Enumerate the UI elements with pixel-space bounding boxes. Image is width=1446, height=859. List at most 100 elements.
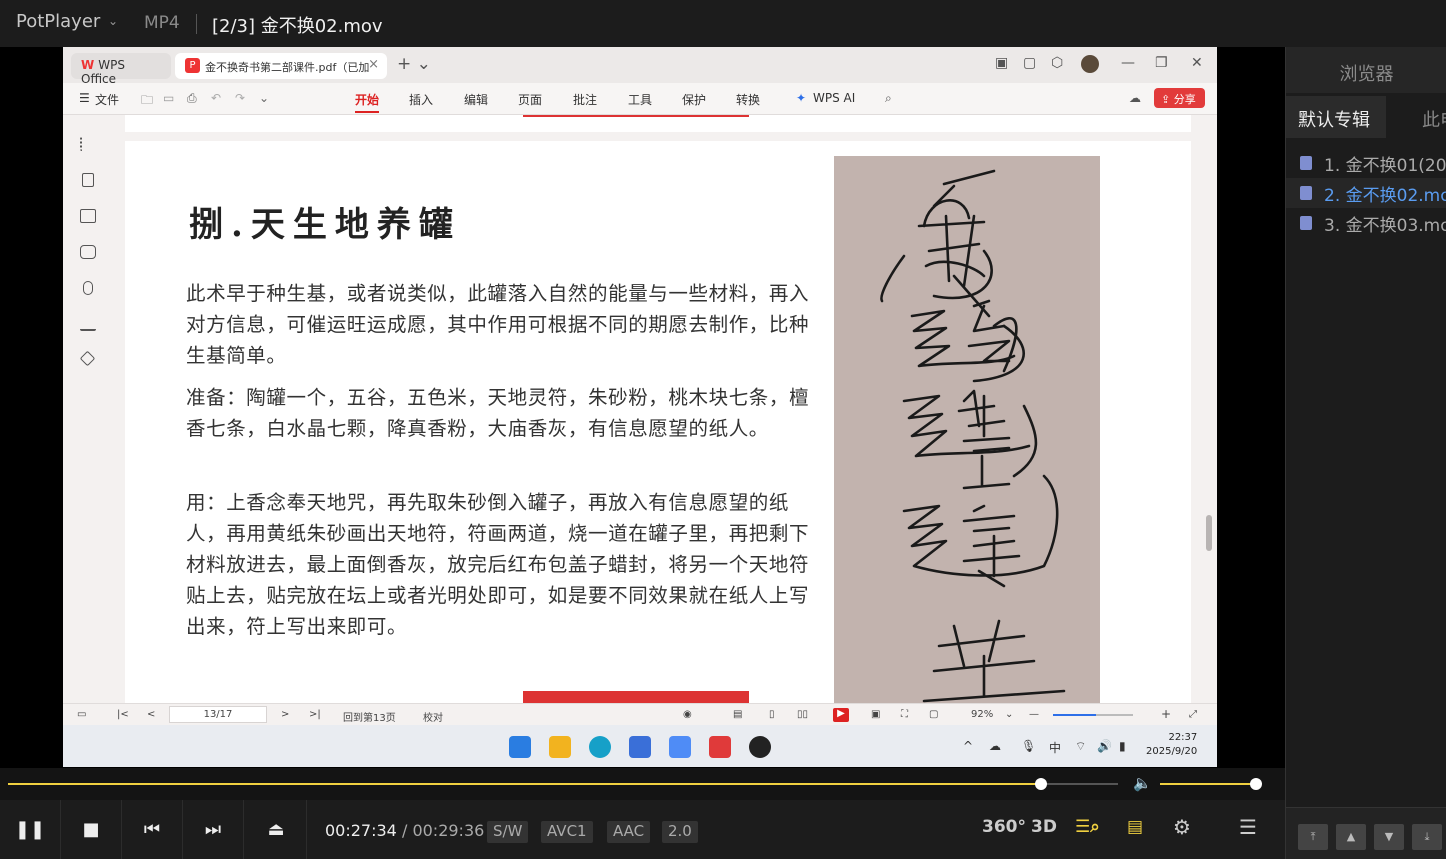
tab-browser[interactable]: 浏览器: [1286, 47, 1446, 93]
restore-icon[interactable]: ❐: [1155, 55, 1168, 71]
wps-home-tab[interactable]: W WPS Office: [71, 53, 171, 86]
network-icon[interactable]: ☁: [989, 739, 1001, 753]
file-explorer-icon[interactable]: [549, 736, 571, 758]
page-number-input[interactable]: 13/17: [169, 706, 267, 723]
new-tab-icon[interactable]: + ⌄: [397, 54, 431, 74]
close-tab-icon[interactable]: ×: [368, 57, 379, 72]
decoder-badge[interactable]: S/W: [487, 821, 529, 843]
stop-button[interactable]: ■: [61, 800, 122, 859]
tab-tools[interactable]: 工具: [628, 91, 652, 108]
move-bottom-icon[interactable]: ⤓: [1412, 824, 1442, 850]
bookmark-icon[interactable]: [82, 173, 94, 187]
next-button[interactable]: ⏭: [183, 800, 244, 859]
ime-indicator[interactable]: 中: [1049, 739, 1061, 756]
move-up-icon[interactable]: ▲: [1336, 824, 1366, 850]
system-clock[interactable]: 22:37 2025/9/20: [1146, 731, 1197, 759]
vertical-scroll-thumb[interactable]: [1206, 515, 1212, 551]
chevron-down-icon[interactable]: ⌄: [259, 91, 269, 105]
playlist-toggle-icon[interactable]: ▤: [1127, 817, 1143, 837]
double-page-icon[interactable]: ▯▯: [797, 709, 808, 720]
fit-icon[interactable]: ▣: [871, 709, 880, 720]
first-page-icon[interactable]: |<: [117, 709, 129, 720]
tab-edit[interactable]: 编辑: [464, 91, 488, 108]
tab-protect[interactable]: 保护: [682, 91, 706, 108]
window-icon[interactable]: ▢: [1023, 55, 1036, 71]
menu-icon[interactable]: ☰: [79, 91, 90, 105]
wps-doc-tab[interactable]: P 金不换奇书第二部课件.pdf（已加 ×: [175, 53, 387, 79]
menu-icon[interactable]: ☰: [1239, 815, 1257, 839]
layers-icon[interactable]: [79, 350, 96, 367]
store-icon[interactable]: [629, 736, 651, 758]
speaker-icon[interactable]: 🔈: [1133, 774, 1152, 792]
eye-icon[interactable]: ◉: [683, 709, 692, 720]
save-icon[interactable]: ▭: [163, 91, 174, 105]
minimize-icon[interactable]: —: [1121, 55, 1135, 71]
playlist-item-current[interactable]: 2. 金不换02.mov: [1286, 178, 1446, 208]
zoom-level[interactable]: 92%: [971, 709, 993, 720]
move-down-icon[interactable]: ▼: [1374, 824, 1404, 850]
pause-button[interactable]: ❚❚: [0, 800, 61, 859]
zoom-in-icon[interactable]: +: [1161, 707, 1171, 721]
panel-toggle-icon[interactable]: ▭: [77, 709, 86, 720]
print-icon[interactable]: ⎙: [187, 91, 197, 106]
signature-icon[interactable]: [80, 317, 96, 331]
start-icon[interactable]: [509, 736, 531, 758]
frame-icon[interactable]: ▢: [929, 709, 938, 720]
chevron-down-icon[interactable]: ⌄: [1005, 709, 1013, 720]
chapter-search-icon[interactable]: ☰⌕: [1075, 817, 1100, 837]
gear-icon[interactable]: ⚙: [1173, 815, 1191, 839]
battery-icon[interactable]: ▮: [1119, 739, 1126, 753]
back-to-page-link[interactable]: 回到第13页: [343, 709, 396, 724]
zoom-out-icon[interactable]: —: [1029, 709, 1039, 720]
undo-icon[interactable]: ↶: [211, 91, 221, 105]
3d-button[interactable]: 3D: [1031, 817, 1057, 837]
volume-icon[interactable]: 🔊: [1097, 739, 1112, 753]
file-menu[interactable]: 文件: [95, 91, 119, 108]
eject-button[interactable]: ⏏: [246, 800, 307, 859]
close-icon[interactable]: ✕: [1191, 55, 1203, 71]
wps-ai-button[interactable]: WPS AI: [813, 91, 855, 105]
playlist-item[interactable]: 1. 金不换01(20: [1286, 148, 1446, 178]
app-icon[interactable]: [669, 736, 691, 758]
cloud-icon[interactable]: ☁: [1129, 91, 1141, 105]
channels-badge[interactable]: 2.0: [662, 821, 698, 843]
outline-icon[interactable]: [80, 137, 96, 151]
audio-codec-badge[interactable]: AAC: [607, 821, 651, 843]
cube-icon[interactable]: ⬡: [1051, 55, 1063, 71]
crop-icon[interactable]: ⛶: [901, 709, 908, 720]
video-frame[interactable]: W WPS Office P 金不换奇书第二部课件.pdf（已加 × + ⌄ ▣ …: [63, 47, 1217, 767]
wifi-icon[interactable]: ⌔: [1075, 739, 1086, 754]
tab-default-album[interactable]: 默认专辑: [1286, 96, 1386, 138]
app-logo[interactable]: PotPlayer: [16, 11, 100, 32]
seek-handle[interactable]: [1035, 778, 1047, 790]
avatar[interactable]: [1081, 55, 1099, 73]
chevron-down-icon[interactable]: ⌄: [108, 14, 118, 28]
tab-start[interactable]: 开始: [355, 91, 380, 113]
page-width-icon[interactable]: ▤: [733, 709, 742, 720]
wps-taskbar-icon[interactable]: [709, 736, 731, 758]
tab-convert[interactable]: 转换: [736, 91, 760, 108]
screen-icon[interactable]: ▣: [995, 55, 1008, 71]
tab-insert[interactable]: 插入: [409, 91, 433, 108]
search-icon[interactable]: ⌕: [885, 91, 892, 106]
volume-handle[interactable]: [1250, 778, 1262, 790]
play-icon[interactable]: ▶: [833, 708, 849, 722]
next-page-icon[interactable]: >: [281, 709, 289, 720]
tab-this-pc[interactable]: 此电脑: [1422, 106, 1446, 132]
vertical-scrollbar[interactable]: [1203, 115, 1217, 703]
playlist-item[interactable]: 3. 金不换03.mov: [1286, 208, 1446, 238]
tab-annotate[interactable]: 批注: [573, 91, 597, 108]
chevron-up-icon[interactable]: ^: [963, 739, 973, 753]
share-button[interactable]: ⇪ 分享: [1154, 88, 1205, 108]
single-page-icon[interactable]: ▯: [769, 709, 775, 720]
fullscreen-icon[interactable]: ⤢: [1189, 709, 1197, 720]
vr-360-button[interactable]: 360°: [982, 817, 1026, 837]
volume-slider[interactable]: [1160, 783, 1256, 785]
prev-page-icon[interactable]: <: [147, 709, 155, 720]
thumbnail-icon[interactable]: [80, 209, 96, 223]
attachment-icon[interactable]: [83, 281, 93, 295]
comment-icon[interactable]: [80, 245, 96, 259]
move-top-icon[interactable]: ⤒: [1298, 824, 1328, 850]
video-codec-badge[interactable]: AVC1: [541, 821, 593, 843]
recorder-icon[interactable]: [749, 736, 771, 758]
